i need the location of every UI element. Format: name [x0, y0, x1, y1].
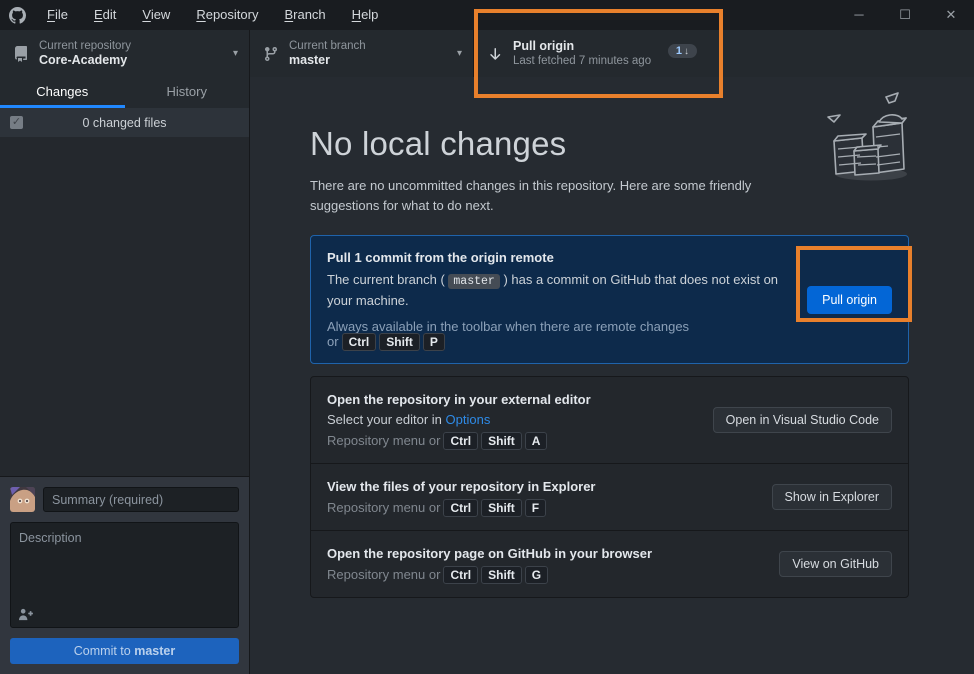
suggestion-external-editor: Open the repository in your external edi…	[311, 377, 908, 463]
branch-code-chip: master	[448, 274, 499, 289]
key-shift: Shift	[481, 566, 522, 584]
suggestion-line: Select your editor in Options	[327, 412, 693, 427]
view-on-github-button[interactable]: View on GitHub	[779, 551, 892, 577]
menu-bar: File Edit View Repository Branch Help ─ …	[0, 0, 974, 30]
commit-to-master-button[interactable]: Commit to master	[10, 638, 239, 664]
repo-icon	[13, 46, 29, 62]
chevron-down-icon: ▾	[233, 48, 238, 59]
current-repository-label: Current repository	[39, 39, 131, 53]
current-branch-label: Current branch	[289, 39, 366, 53]
suggestion-hint: Repository menu orCtrlShiftG	[327, 567, 759, 582]
pull-panel-hint: Always available in the toolbar when the…	[327, 319, 787, 349]
current-branch-button[interactable]: Current branch master ▾	[250, 30, 474, 77]
menu-help[interactable]: Help	[339, 0, 392, 30]
window-controls: ─ ☐ ✕	[836, 0, 974, 30]
badge-count: 1	[676, 45, 682, 57]
show-in-explorer-button[interactable]: Show in Explorer	[772, 484, 893, 510]
key-f: F	[525, 499, 546, 517]
github-logo-icon	[0, 7, 34, 24]
changed-files-count: 0 changed files	[82, 116, 166, 130]
suggestion-title: View the files of your repository in Exp…	[327, 479, 752, 494]
open-in-vscode-button[interactable]: Open in Visual Studio Code	[713, 407, 892, 433]
commit-branch-name: master	[134, 644, 175, 658]
github-desktop-window: File Edit View Repository Branch Help ─ …	[0, 0, 974, 674]
summary-input[interactable]	[43, 487, 239, 512]
key-shift: Shift	[481, 499, 522, 517]
pull-origin-toolbar-button[interactable]: Pull origin Last fetched 7 minutes ago 1…	[474, 30, 720, 77]
changed-files-header: ✓ 0 changed files	[0, 108, 249, 137]
tab-history[interactable]: History	[125, 77, 250, 108]
commit-label-prefix: Commit to	[74, 644, 134, 658]
key-shift: Shift	[481, 432, 522, 450]
toolbar: Current repository Core-Academy ▾ Curren…	[0, 30, 974, 77]
badge-arrow-down-icon: ↓	[684, 46, 689, 57]
suggestion-show-explorer: View the files of your repository in Exp…	[311, 463, 908, 530]
suggestion-title: Open the repository in your external edi…	[327, 392, 693, 407]
toolbar-empty-space	[720, 30, 974, 77]
pull-panel-title: Pull 1 commit from the origin remote	[327, 250, 787, 265]
key-ctrl: Ctrl	[443, 432, 478, 450]
options-link[interactable]: Options	[446, 412, 491, 427]
current-repository-name: Core-Academy	[39, 53, 131, 69]
suggestion-view-github: Open the repository page on GitHub in yo…	[311, 530, 908, 597]
pull-origin-title: Pull origin	[513, 39, 651, 55]
menu-file[interactable]: File	[34, 0, 81, 30]
key-ctrl: Ctrl	[342, 333, 377, 351]
add-coauthor-icon[interactable]	[18, 608, 33, 621]
key-g: G	[525, 566, 548, 584]
key-ctrl: Ctrl	[443, 499, 478, 517]
pull-suggestion-panel: Pull 1 commit from the origin remote The…	[310, 235, 909, 364]
pull-panel-body: The current branch ( master ) has a comm…	[327, 270, 787, 311]
suggestion-hint: Repository menu orCtrlShiftF	[327, 500, 752, 515]
current-repository-button[interactable]: Current repository Core-Academy ▾	[0, 30, 250, 77]
key-ctrl: Ctrl	[443, 566, 478, 584]
current-branch-name: master	[289, 53, 366, 69]
menu-branch[interactable]: Branch	[271, 0, 338, 30]
commits-behind-badge: 1 ↓	[668, 44, 697, 58]
chevron-down-icon: ▾	[457, 48, 462, 59]
suggestion-hint: Repository menu orCtrlShiftA	[327, 433, 693, 448]
key-shift: Shift	[379, 333, 420, 351]
menu-repository[interactable]: Repository	[183, 0, 271, 30]
sidebar-tabs: Changes History	[0, 77, 249, 108]
menu-edit[interactable]: Edit	[81, 0, 129, 30]
menu-view[interactable]: View	[129, 0, 183, 30]
pull-origin-subtitle: Last fetched 7 minutes ago	[513, 54, 651, 68]
close-button[interactable]: ✕	[928, 0, 974, 30]
minimize-button[interactable]: ─	[836, 0, 882, 30]
file-list	[0, 137, 249, 476]
key-a: A	[525, 432, 548, 450]
main-content: No local changes There are no uncommitte…	[250, 77, 974, 674]
user-avatar	[10, 487, 35, 512]
pull-origin-button[interactable]: Pull origin	[807, 286, 892, 314]
suggestion-title: Open the repository page on GitHub in yo…	[327, 546, 759, 561]
description-input[interactable]	[10, 522, 239, 628]
maximize-button[interactable]: ☐	[882, 0, 928, 30]
sidebar: Changes History ✓ 0 changed files	[0, 77, 250, 674]
suggestions-list: Open the repository in your external edi…	[310, 376, 909, 598]
branch-icon	[263, 46, 279, 62]
page-subtitle: There are no uncommitted changes in this…	[310, 176, 822, 216]
arrow-down-icon	[487, 46, 503, 62]
key-p: P	[423, 333, 445, 351]
tab-changes[interactable]: Changes	[0, 77, 125, 108]
commit-form: Commit to master	[0, 476, 249, 674]
paper-stack-illustration	[826, 91, 912, 183]
select-all-checkbox[interactable]: ✓	[10, 116, 23, 129]
